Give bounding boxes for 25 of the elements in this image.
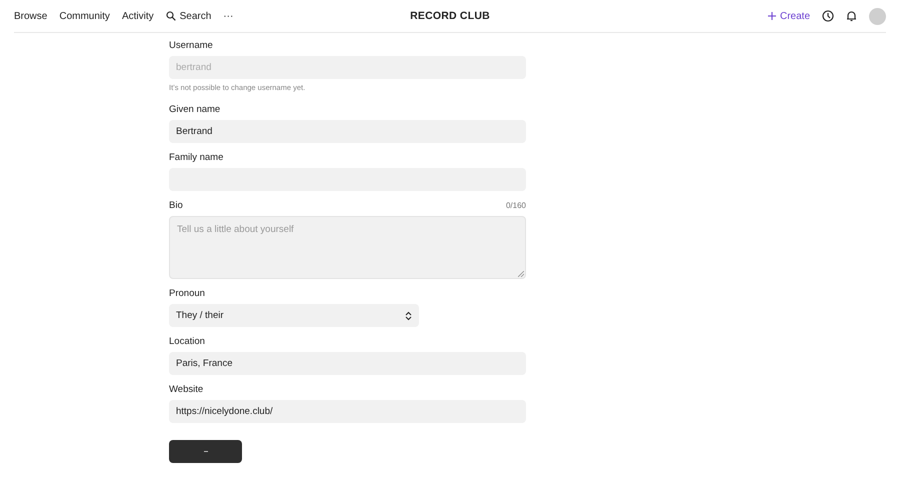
nav-link[interactable]: Activity	[122, 10, 154, 22]
nav-link[interactable]: Browse	[14, 10, 48, 22]
field-label: Pronoun	[169, 287, 205, 301]
pronoun-select[interactable]: They / their	[169, 304, 419, 327]
create-button[interactable]: Create	[768, 10, 810, 22]
text-field[interactable]: https://nicelydone.club/	[169, 400, 526, 423]
resize-grip-icon[interactable]	[518, 271, 524, 277]
field-label: Given name	[169, 103, 220, 117]
field-label: Location	[169, 335, 205, 349]
logo[interactable]: RECORD CLUB	[410, 10, 490, 22]
plus-icon	[768, 12, 776, 20]
field-label: Username	[169, 39, 213, 53]
clock-icon[interactable]	[822, 10, 834, 22]
field-label: Bio	[169, 199, 183, 213]
field-label: Website	[169, 383, 204, 397]
text-field[interactable]: Bertrand	[169, 120, 526, 143]
search-button[interactable]: Search	[166, 10, 212, 22]
more-button[interactable]: ···	[223, 10, 234, 22]
field-label: Family name	[169, 151, 224, 165]
chevron-updown-icon	[405, 310, 412, 320]
text-field[interactable]: Paris, France	[169, 352, 526, 375]
search-icon	[166, 11, 176, 21]
bell-icon[interactable]	[846, 10, 857, 22]
nav-link[interactable]: Community	[59, 10, 110, 22]
character-counter: 0/160	[506, 200, 526, 212]
